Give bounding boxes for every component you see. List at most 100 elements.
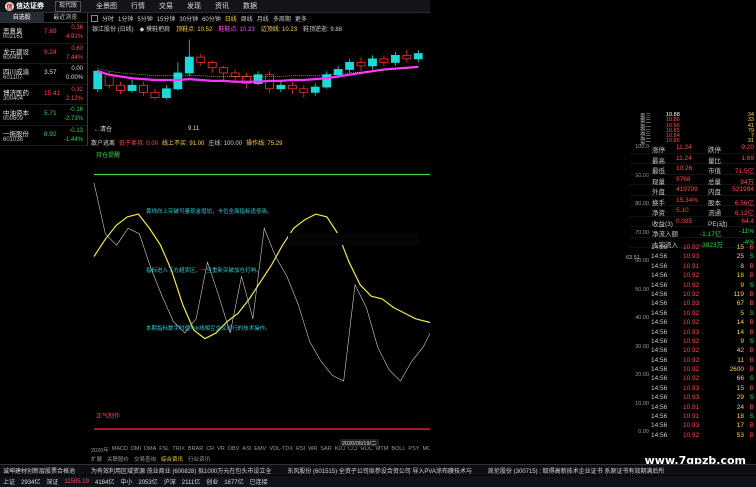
watchlist-row[interactable]: 中油资本 000609 5.71 -0.16 -2.73% [0,105,87,126]
tick-volume: 29 [736,394,744,402]
tick-side: S [749,394,754,402]
watchlist-row[interactable]: 博济医药 300404 15.41 0.32 2.12% [0,85,87,105]
watchlist-row[interactable]: 一拖股份 601038 8.92 -0.13 -1.44% [0,126,87,146]
indicator-tab-12[interactable]: VOL-TDX [269,446,293,454]
candle-body [184,56,194,74]
y-tick: 30.00 [635,343,649,350]
timeframe-6[interactable]: 日线 [223,14,239,23]
tick-time: 14:56 [651,290,668,298]
news-item-1[interactable]: 为有效利用区域资源 茂业商业 (600828) 拟1000万元在包头市设立全 [91,466,271,475]
tick-time: 14:56 [651,413,668,421]
osc-note-2: 指标进入下方超卖区，一旦重新突破加仓打响。 [146,268,262,274]
tick-volume: 66 [736,375,744,383]
timeframe-7[interactable]: 周线 [239,14,255,23]
kline-clear-label: ←清仓 [94,127,113,133]
quote-value2: 94万 [740,178,754,186]
ext-tab-0[interactable]: 扩展 [91,455,102,463]
tick-side: S [749,253,754,261]
stock-pct: 2.12% [65,95,83,102]
indicator-tab-11[interactable]: EMV [254,446,266,454]
indicator-tab-19[interactable]: MTM [376,446,389,454]
timeframe-4[interactable]: 30分钟 [177,14,200,23]
indicator-tab-10[interactable]: ASI [242,446,251,454]
tick-volume: 14 [736,328,744,336]
indicator-tab-17[interactable]: CCI [348,446,357,454]
candle-body [299,88,309,93]
kline-legend-3: 鞋鞋点: 10.23 [218,27,255,33]
timeframe-2[interactable]: 5分钟 [135,14,154,23]
indicator-tab-0[interactable]: 2020年 [91,446,109,454]
news-item-2[interactable]: 东风股份 (601515) 全资子公司拟参设合资公司 导入PVA涂布膜技术与 [287,466,472,475]
indicator-tab-8[interactable]: VR [217,446,225,454]
candle-body [310,86,320,93]
indicator-tab-21[interactable]: PSY [408,446,419,454]
quote-value: 10.26 [676,165,693,172]
menu-item-3[interactable]: 发现 [180,1,208,11]
timeframe-0[interactable]: 分时 [100,14,116,23]
watchlist-row[interactable]: 龙元建设 600491 9.24 0.60 7.44% [0,44,87,64]
candle-body [230,72,240,77]
indicator-tab-16[interactable]: KDJ [335,446,345,454]
timeframe-10[interactable]: 更多 [293,14,309,23]
oscillator-chart[interactable] [88,147,430,437]
tick-side: B [749,262,754,270]
menu-item-1[interactable]: 行情 [124,1,152,11]
indicator-tab-22[interactable]: MCST [422,446,430,454]
menu-item-4[interactable]: 资讯 [208,1,236,11]
tab-watchlist[interactable]: 自选股 [0,13,44,22]
stock-price: 9.24 [44,48,57,56]
indicator-tab-3[interactable]: DMA [144,446,156,454]
tick-time: 14:56 [651,422,668,430]
news-item-3[interactable]: 凯伦股份 (300715) : 取得高新技术企业证书 系原证书有效期满后所 [488,466,664,475]
indicator-tab-1[interactable]: MACD [112,446,128,454]
tick-list[interactable]: 14:56 10.92 15 B 14:56 10.93 25 S 14:56 10.91 8 B 14… [649,243,756,440]
tick-side: B [749,319,754,327]
ext-tab-4[interactable]: 行业资讯 [188,455,210,463]
menu-item-2[interactable]: 交易 [152,1,180,11]
tick-volume: 15 [736,244,744,251]
tick-row: 14:56 10.92 9 S [649,337,756,346]
indicator-tab-13[interactable]: RSI [296,446,305,454]
timeframe-8[interactable]: 月线 [255,14,271,23]
tick-row: 14:56 10.92 11 B [649,356,756,365]
indicator-tab-18[interactable]: ROC [361,446,373,454]
indicator-tab-4[interactable]: FSL [159,446,169,454]
indicator-tab-20[interactable]: BOLL [391,446,405,454]
timeframe-9[interactable]: 多周期 [271,14,293,23]
ext-tab-3[interactable]: 综合资讯 [161,455,183,463]
timeframe-1[interactable]: 1分钟 [116,14,135,23]
quote-value: 5.10 [676,207,689,214]
status-item-4: 4184亿 [94,480,115,486]
stock-price: 3.57 [44,69,57,76]
news-ticker[interactable]: 诚坤建材创新层股票合格池 为有效利用区域资源 茂业商业 (600828) 拟100… [0,464,756,475]
candle-body [368,58,377,67]
indicator-tab-5[interactable]: TRIX [172,446,185,454]
ext-tab-1[interactable]: 关联股价 [107,455,129,463]
menu-item-0[interactable]: 全景图 [89,1,124,11]
indicator-tab-7[interactable]: CR [206,446,214,454]
version-button[interactable]: 现代版 [55,0,82,12]
watchlist-row[interactable]: 四川成渝 601107 3.57 0.00 0.00% [0,64,87,85]
indicator-tab-6[interactable]: BRAR [188,446,203,454]
ext-tab-2[interactable]: 交易查询 [134,455,156,463]
tick-side: B [749,366,754,374]
app-logo: 信 信达证券 [0,0,49,13]
quote-label2: PE(动) [708,220,728,228]
timeframe-3[interactable]: 15分钟 [155,14,178,23]
kline-chart[interactable] [88,24,430,136]
candle-body [93,70,103,90]
tick-side: S [749,309,754,317]
timeframe-5[interactable]: 60分钟 [200,14,223,23]
kline-legend-1: ◆ 摸鞋把肩 [139,27,170,33]
tab-recent[interactable]: 最近浏览 [44,13,88,22]
tick-row: 14:56 10.92 2600 B [649,365,756,374]
chart-mode-icon[interactable] [91,15,98,22]
indicator-tab-2[interactable]: DMI [131,446,141,454]
quote-row: 最高 11.24 量比 1.69 [630,154,756,165]
indicator-tab-14[interactable]: WR [308,446,317,454]
indicator-tab-9[interactable]: OBV [228,446,240,454]
watchlist-row[interactable]: 恶意臭 002161 7.69 0.36 4.91% [0,23,87,44]
indicator-tab-15[interactable]: SAR [320,446,331,454]
menu-item-5[interactable]: 数据 [236,1,264,11]
news-item-0[interactable]: 诚坤建材创新层股票合格池 [3,466,75,475]
